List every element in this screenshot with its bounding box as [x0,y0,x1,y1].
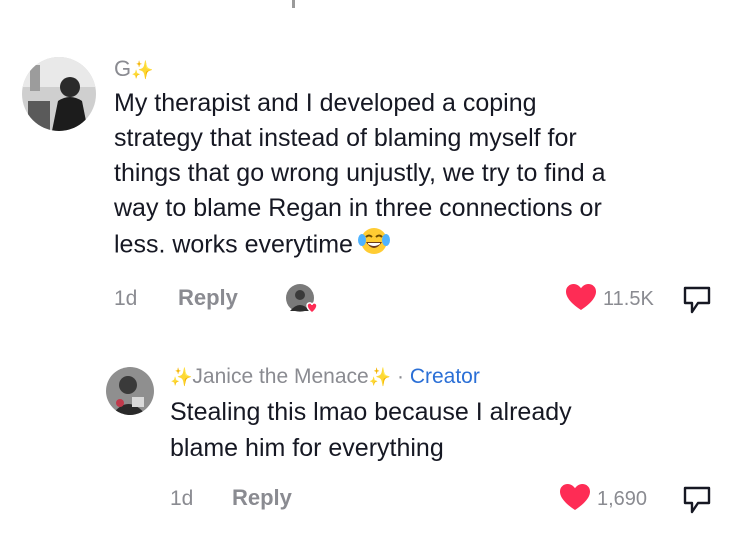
creator-badge: Creator [409,365,480,388]
username-text: G [114,56,132,81]
creator-liked-badge [285,283,318,315]
comment-line: strategy that instead of blaming myself … [114,124,577,152]
comment-age: 1d [114,287,138,310]
laughing-tears-emoji-icon [357,226,391,266]
commenter-username[interactable]: G✨ [114,58,154,80]
comment-line: less. works everytime [114,230,353,259]
top-divider-mark [292,0,295,8]
like-count: 11.5K [603,288,654,310]
reply-like[interactable]: 1,690 [559,483,647,516]
reply-body: Stealing this lmao because I already bla… [170,394,690,466]
replier-username[interactable]: ✨Janice the Menace✨ · Creator [170,366,480,387]
comment-body: My therapist and I developed a coping st… [114,86,724,266]
comment-like[interactable]: 11.5K [565,283,654,316]
sparkles-icon: ✨ [131,60,154,80]
replier-avatar[interactable] [106,367,154,415]
dislike-icon[interactable] [682,485,712,520]
reply-line: blame him for everything [170,434,444,462]
like-count: 1,690 [597,488,648,510]
separator-dot: · [396,365,404,388]
sparkles-icon: ✨ [170,367,193,387]
heart-icon[interactable] [559,483,591,516]
dislike-icon[interactable] [682,285,712,320]
reply-age: 1d [170,487,194,510]
reply-line: Stealing this lmao because I already [170,398,572,426]
commenter-avatar[interactable] [22,57,96,131]
sparkles-icon: ✨ [368,367,392,387]
comment-line: way to blame Regan in three connections … [114,194,602,222]
username-text: Janice the Menace [192,365,369,388]
comment-line: My therapist and I developed a coping [114,89,537,117]
reply-reply-button[interactable]: Reply [232,487,292,509]
comment-line: things that go wrong unjustly, we try to… [114,159,606,187]
heart-icon[interactable] [565,283,597,316]
comment-reply-button[interactable]: Reply [178,287,238,309]
